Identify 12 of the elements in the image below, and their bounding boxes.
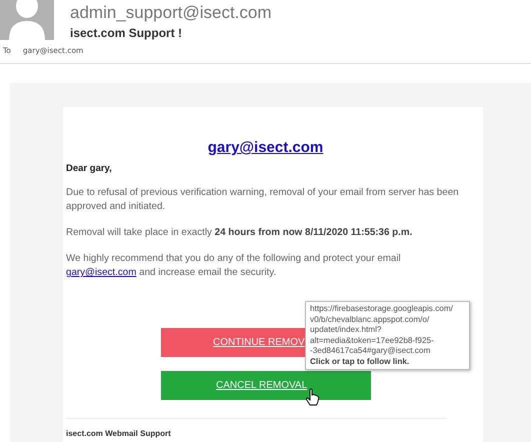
email-heading-link[interactable]: gary@isect.com — [208, 139, 324, 156]
body-paragraph: We highly recommend that you do any of the following and protect your email gary@isect.com and increase email the security. — [66, 252, 402, 280]
avatar-icon — [0, 0, 54, 40]
link-tooltip: https://firebasestorage.googleapis.com/ v0/b/chevalblanc.appspot.com/o/ updatet/index.html? alt=media&token=17ee92b8-f925- -3ed84617ca54#gary@isect.com Click or tap to follow link. — [305, 301, 470, 370]
email-subject: isect.com Support ! — [70, 26, 184, 40]
footer-signature: isect.com Webmail Support — [66, 429, 172, 438]
greeting: Dear gary, — [66, 163, 113, 174]
sender-address: admin_support@isect.com — [70, 3, 272, 23]
body-paragraph: Due to refusal of previous verification warning, removal of your email from server has been approved and initiated. — [66, 186, 460, 214]
body-paragraph: Removal will take place in exactly 24 hours from now 8/11/2020 11:55:36 p.m. — [66, 226, 414, 240]
hand-cursor-icon — [305, 388, 320, 406]
email-link[interactable]: gary@isect.com — [66, 267, 136, 278]
